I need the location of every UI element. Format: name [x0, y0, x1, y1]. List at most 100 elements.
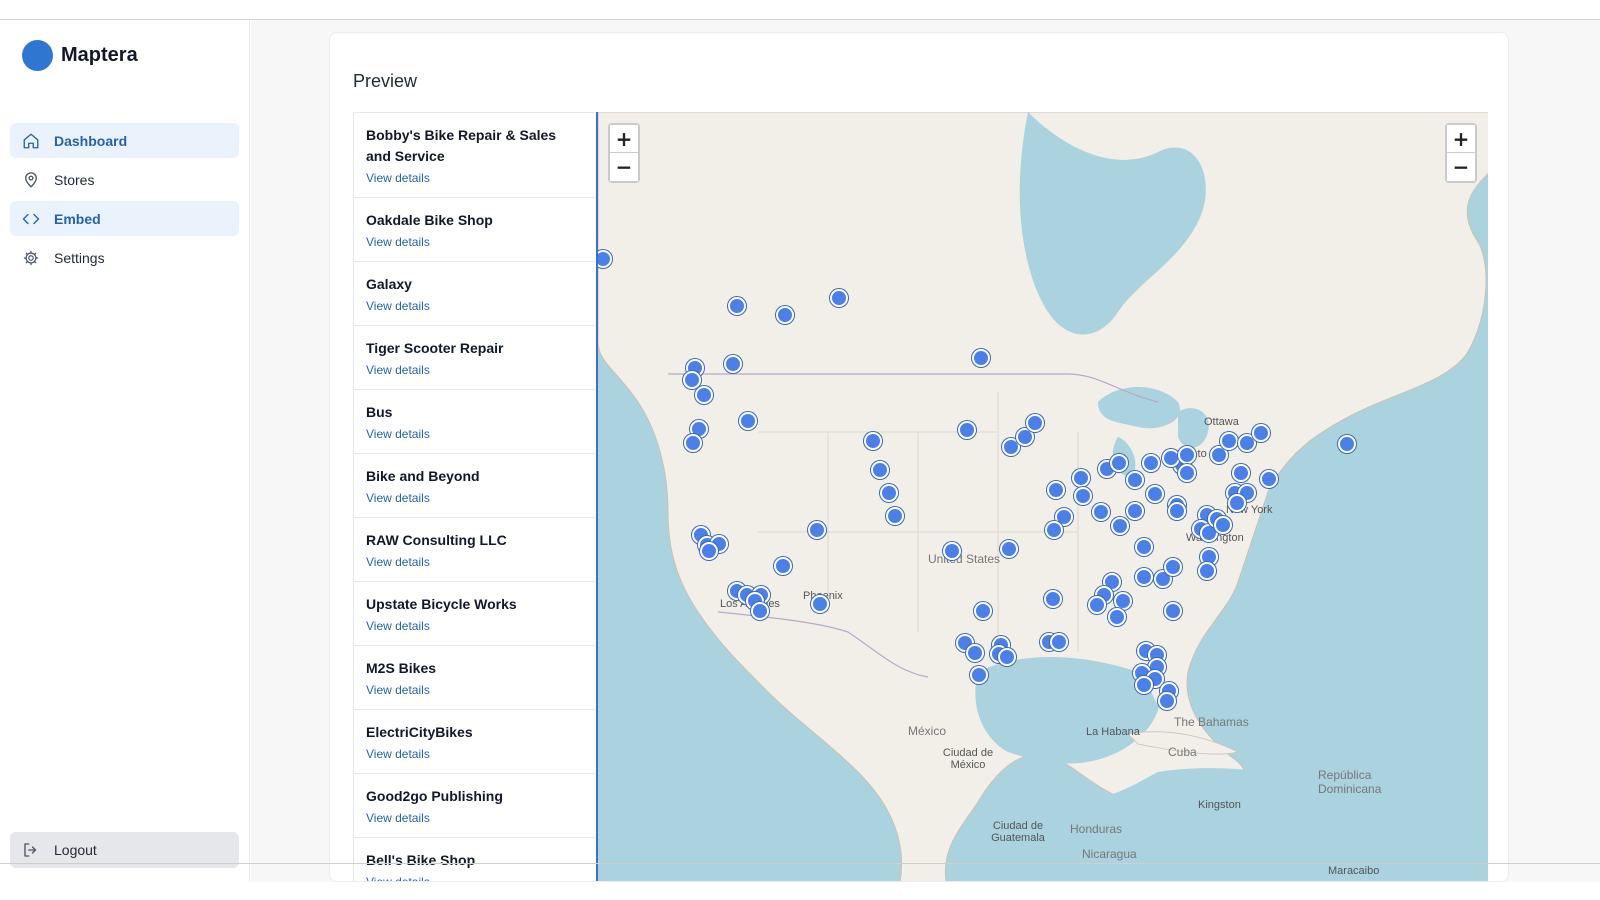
store-marker[interactable] [1000, 540, 1018, 558]
store-marker[interactable] [776, 306, 794, 324]
store-marker[interactable] [1178, 464, 1196, 482]
view-details-link[interactable]: View details [366, 362, 584, 378]
store-marker[interactable] [1232, 464, 1250, 482]
map-label-kingston: Kingston [1198, 799, 1241, 811]
map-pin-icon [22, 171, 40, 189]
list-item[interactable]: Tiger Scooter Repair View details [354, 326, 595, 390]
store-marker[interactable] [1168, 502, 1186, 520]
store-marker[interactable] [1158, 692, 1176, 710]
preview-card: Preview Bobby's Bike Repair & Sales and … [329, 32, 1509, 882]
list-item[interactable]: Bus View details [354, 390, 595, 454]
zoom-in-button[interactable]: + [610, 125, 638, 153]
store-marker[interactable] [1338, 435, 1356, 453]
view-details-link[interactable]: View details [366, 170, 584, 186]
store-marker[interactable] [684, 434, 702, 452]
list-item[interactable]: Bike and Beyond View details [354, 454, 595, 518]
store-marker[interactable] [966, 644, 984, 662]
map-label-ciudad-de-guatemala: Ciudad de Guatemala [991, 820, 1045, 844]
store-marker[interactable] [972, 349, 990, 367]
store-marker[interactable] [1164, 558, 1182, 576]
store-marker[interactable] [1110, 454, 1128, 472]
store-marker[interactable] [1142, 454, 1160, 472]
store-marker[interactable] [1220, 432, 1238, 450]
store-marker[interactable] [1126, 502, 1144, 520]
store-marker[interactable] [724, 355, 742, 373]
list-item[interactable]: RAW Consulting LLC View details [354, 518, 595, 582]
sidebar-item-embed[interactable]: Embed [10, 201, 239, 236]
list-item[interactable]: Bell's Bike Shop View details [354, 838, 595, 881]
store-marker[interactable] [774, 557, 792, 575]
store-marker[interactable] [970, 666, 988, 684]
store-marker[interactable] [700, 542, 718, 560]
store-marker[interactable] [1072, 469, 1090, 487]
store-marker[interactable] [683, 371, 701, 389]
store-marker[interactable] [871, 461, 889, 479]
store-marker[interactable] [886, 507, 904, 525]
list-item[interactable]: ElectriCityBikes View details [354, 710, 595, 774]
list-item[interactable]: Oakdale Bike Shop View details [354, 198, 595, 262]
store-marker[interactable] [1135, 538, 1153, 556]
view-details-link[interactable]: View details [366, 298, 584, 314]
store-marker[interactable] [728, 297, 746, 315]
view-details-link[interactable]: View details [366, 618, 584, 634]
view-details-link[interactable]: View details [366, 234, 584, 250]
view-details-link[interactable]: View details [366, 874, 584, 881]
store-marker[interactable] [739, 412, 757, 430]
view-details-link[interactable]: View details [366, 746, 584, 762]
store-marker[interactable] [1228, 494, 1246, 512]
zoom-out-button[interactable]: − [610, 153, 638, 181]
list-item[interactable]: Galaxy View details [354, 262, 595, 326]
list-item[interactable]: Bobby's Bike Repair & Sales and Service … [354, 113, 595, 198]
store-marker[interactable] [1135, 568, 1153, 586]
store-map[interactable]: + − + − Ottawa United States Phoenix Los… [596, 112, 1488, 881]
zoom-controls-left: + − [608, 123, 640, 183]
store-marker[interactable] [1135, 676, 1153, 694]
store-marker[interactable] [1047, 481, 1065, 499]
view-details-link[interactable]: View details [366, 490, 584, 506]
store-marker[interactable] [695, 386, 713, 404]
store-marker[interactable] [974, 602, 992, 620]
store-marker[interactable] [751, 602, 769, 620]
list-item[interactable]: Good2go Publishing View details [354, 774, 595, 838]
zoom-in-button[interactable]: + [1447, 125, 1475, 153]
store-marker[interactable] [1044, 590, 1062, 608]
store-marker[interactable] [1146, 485, 1164, 503]
sidebar-nav: Dashboard Stores Embed Settings [10, 123, 239, 279]
list-item[interactable]: M2S Bikes View details [354, 646, 595, 710]
store-list[interactable]: Bobby's Bike Repair & Sales and Service … [353, 112, 595, 881]
view-details-link[interactable]: View details [366, 554, 584, 570]
store-marker[interactable] [1126, 471, 1144, 489]
store-marker[interactable] [1026, 414, 1044, 432]
store-marker[interactable] [864, 432, 882, 450]
store-marker[interactable] [1088, 596, 1106, 614]
store-marker[interactable] [1178, 446, 1196, 464]
store-marker[interactable] [943, 542, 961, 560]
sidebar-item-dashboard[interactable]: Dashboard [10, 123, 239, 158]
store-marker[interactable] [1164, 602, 1182, 620]
store-marker[interactable] [1214, 516, 1232, 534]
store-marker[interactable] [1045, 521, 1063, 539]
sidebar-item-settings[interactable]: Settings [10, 240, 239, 275]
store-marker[interactable] [1252, 424, 1270, 442]
store-marker[interactable] [958, 421, 976, 439]
view-details-link[interactable]: View details [366, 426, 584, 442]
store-marker[interactable] [1050, 633, 1068, 651]
store-marker[interactable] [811, 595, 829, 613]
zoom-out-button[interactable]: − [1447, 153, 1475, 181]
view-details-link[interactable]: View details [366, 810, 584, 826]
store-marker[interactable] [830, 289, 848, 307]
sidebar-item-stores[interactable]: Stores [10, 162, 239, 197]
store-marker[interactable] [880, 484, 898, 502]
view-details-link[interactable]: View details [366, 682, 584, 698]
store-marker[interactable] [1111, 517, 1129, 535]
list-item[interactable]: Upstate Bicycle Works View details [354, 582, 595, 646]
store-marker[interactable] [808, 521, 826, 539]
store-marker[interactable] [1198, 562, 1216, 580]
store-marker[interactable] [1074, 487, 1092, 505]
store-marker[interactable] [1108, 608, 1126, 626]
store-marker[interactable] [998, 648, 1016, 666]
store-marker[interactable] [1260, 470, 1278, 488]
store-marker[interactable] [1162, 449, 1180, 467]
brand[interactable]: Maptera [22, 40, 138, 71]
store-marker[interactable] [1092, 503, 1110, 521]
